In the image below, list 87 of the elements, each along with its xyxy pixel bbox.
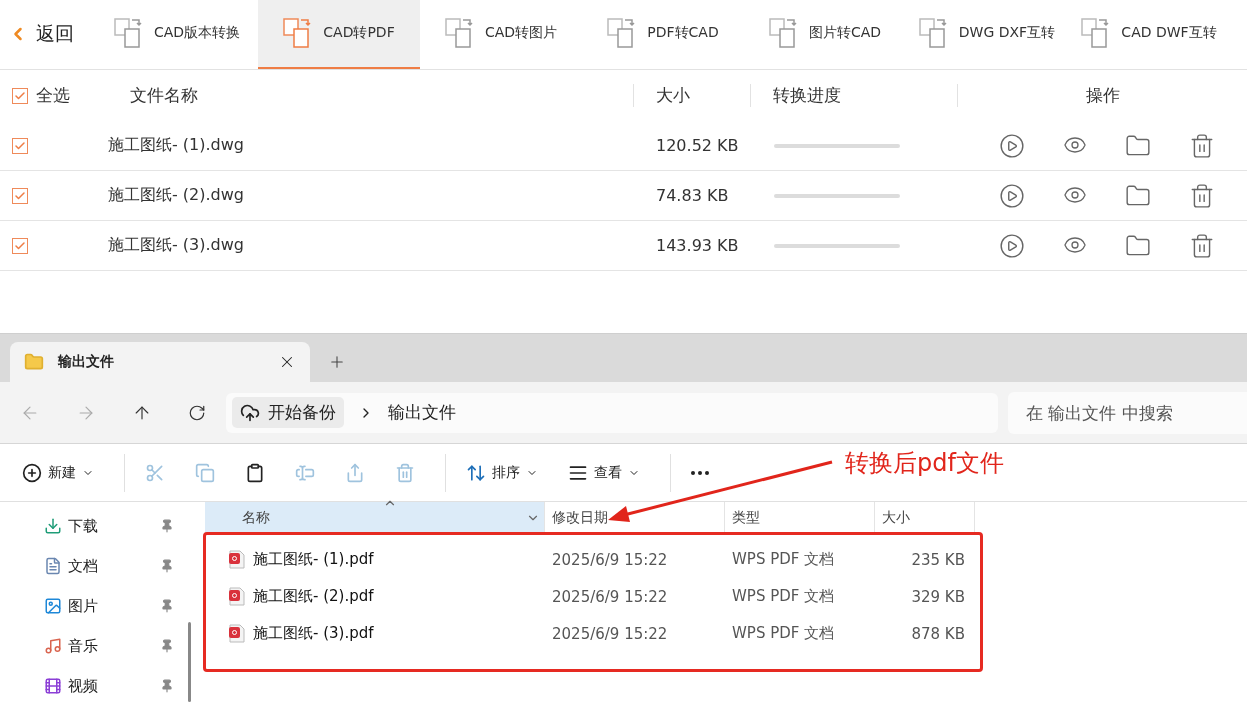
column-header: 文件名称	[129, 84, 199, 108]
paste-icon	[245, 462, 265, 483]
breadcrumb-item[interactable]: 开始备份	[231, 397, 344, 428]
delete-button[interactable]	[1189, 132, 1215, 159]
download-icon	[44, 517, 62, 535]
file-name[interactable]: 施工图纸- (3).pdf	[253, 624, 374, 643]
share-icon	[345, 462, 365, 483]
pin-icon	[160, 639, 174, 653]
file-name: 施工图纸- (3).dwg	[108, 235, 245, 257]
sidebar-item[interactable]: 音乐	[0, 626, 180, 666]
explorer-tab[interactable]: 输出文件	[10, 342, 310, 382]
file-size: 878 KB	[910, 624, 965, 643]
delete-button[interactable]	[1189, 232, 1215, 259]
pdf-file-icon	[229, 587, 245, 606]
checkmark-icon	[14, 139, 26, 152]
file-name[interactable]: 施工图纸- (2).pdf	[253, 587, 374, 606]
file-size: 120.52 KB	[655, 136, 740, 156]
refresh-icon	[188, 403, 207, 422]
pin-icon	[160, 519, 174, 533]
select-all-checkbox[interactable]	[12, 87, 28, 104]
cloud-icon	[239, 402, 260, 423]
back-button[interactable]: 返回	[0, 0, 96, 69]
file-convert-icon	[283, 17, 314, 50]
sidebar-item[interactable]: 文档	[0, 546, 180, 586]
video-icon	[44, 677, 62, 695]
pin-icon	[160, 559, 174, 573]
new-button[interactable]: 新建	[12, 452, 104, 493]
checkmark-icon	[14, 189, 26, 202]
delete-button[interactable]	[1189, 182, 1215, 209]
address-bar[interactable]: 开始备份 输出文件	[225, 392, 998, 433]
file-type: WPS PDF 文档	[731, 587, 836, 606]
file-convert-icon	[607, 17, 638, 50]
delete-icon	[395, 462, 415, 483]
picture-icon	[44, 597, 62, 615]
file-convert-icon	[768, 17, 799, 50]
tool-tab[interactable]: CAD转PDF	[258, 0, 420, 69]
sort-button[interactable]: 排序	[456, 452, 548, 493]
column-header[interactable]: 类型	[725, 502, 875, 533]
select-all-label: 全选	[36, 84, 70, 108]
row-checkbox[interactable]	[12, 237, 28, 254]
pin-icon	[160, 599, 174, 613]
music-icon	[44, 637, 62, 655]
sidebar-item[interactable]: 图片	[0, 586, 180, 626]
cut-icon	[145, 462, 165, 483]
file-size: 235 KB	[910, 550, 965, 569]
file-convert-icon	[918, 17, 949, 50]
sidebar-item[interactable]: 下载	[0, 506, 180, 546]
file-convert-icon	[444, 17, 475, 50]
file-size: 74.83 KB	[655, 186, 730, 206]
play-button[interactable]	[999, 232, 1025, 259]
row-checkbox[interactable]	[12, 187, 28, 204]
file-name: 施工图纸- (1).dwg	[108, 135, 245, 157]
sidebar-item[interactable]: 视频	[0, 666, 180, 706]
column-header: 大小	[633, 84, 750, 108]
breadcrumb-item[interactable]: 输出文件	[387, 401, 456, 424]
annotation-text: 转换后pdf文件	[845, 448, 1004, 479]
pdf-file-icon	[229, 624, 245, 643]
checkmark-icon	[14, 239, 26, 252]
copy-icon	[195, 462, 215, 483]
add-icon	[22, 462, 42, 483]
modified-date: 2025/6/9 15:22	[551, 550, 669, 569]
file-size: 329 KB	[910, 587, 965, 606]
play-button[interactable]	[999, 132, 1025, 159]
file-type: WPS PDF 文档	[731, 624, 836, 643]
column-header: 转换进度	[750, 84, 957, 108]
modified-date: 2025/6/9 15:22	[551, 587, 669, 606]
pin-icon	[160, 679, 174, 693]
file-size: 143.93 KB	[655, 236, 740, 256]
folder-icon	[24, 352, 44, 372]
scrollbar[interactable]	[188, 622, 191, 702]
file-name[interactable]: 施工图纸- (1).pdf	[253, 550, 374, 569]
pdf-file-icon	[229, 550, 245, 569]
column-header: 操作	[957, 84, 1247, 108]
file-convert-icon	[1081, 17, 1112, 50]
view-button[interactable]: 查看	[558, 452, 650, 493]
file-name: 施工图纸- (2).dwg	[108, 185, 245, 207]
more-icon	[691, 470, 709, 475]
column-header[interactable]: 大小	[875, 502, 975, 533]
row-checkbox[interactable]	[12, 137, 28, 154]
file-convert-icon	[113, 17, 144, 50]
column-header[interactable]: 名称	[205, 502, 545, 533]
document-icon	[44, 557, 62, 575]
modified-date: 2025/6/9 15:22	[551, 624, 669, 643]
file-type: WPS PDF 文档	[731, 550, 836, 569]
checkmark-icon	[14, 89, 26, 102]
play-button[interactable]	[999, 182, 1025, 209]
search-field[interactable]: 在 输出文件 中搜索	[1008, 391, 1247, 434]
